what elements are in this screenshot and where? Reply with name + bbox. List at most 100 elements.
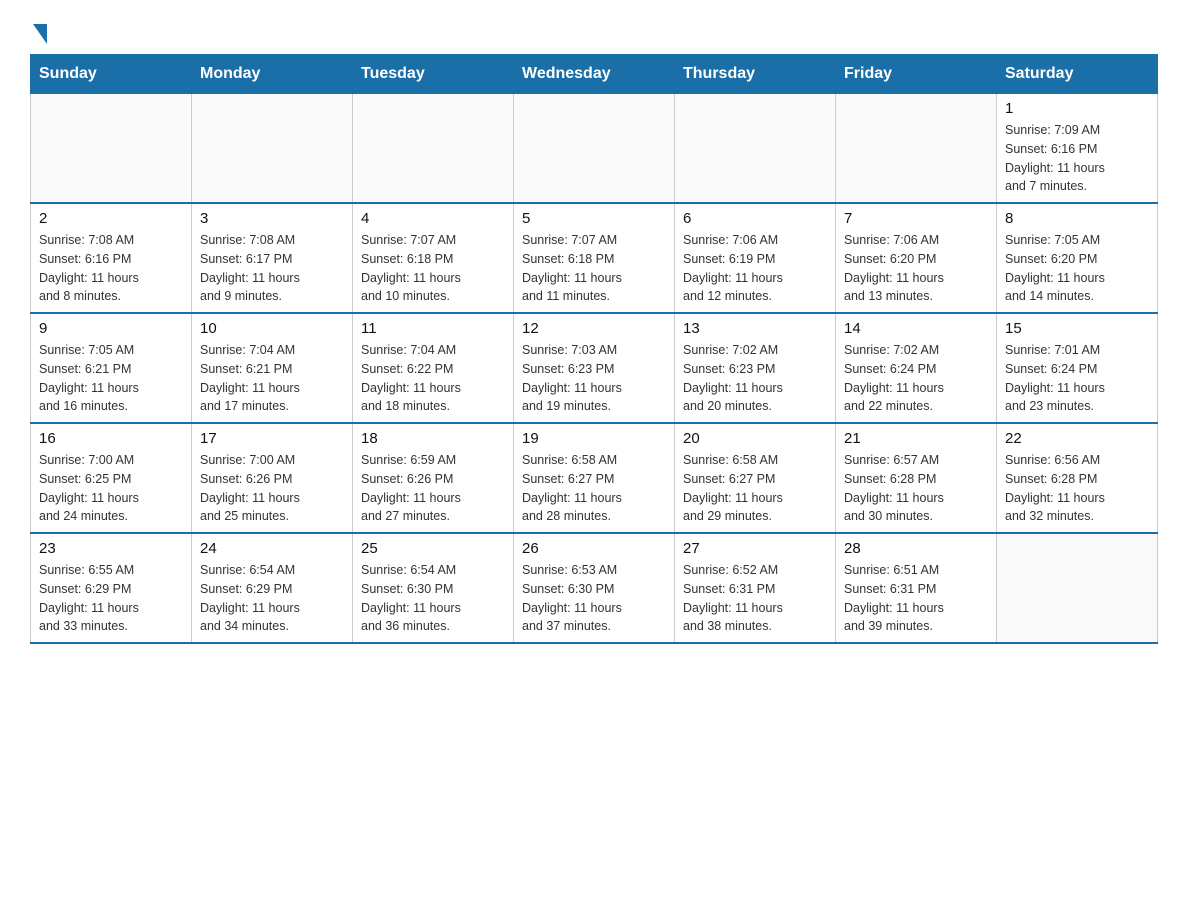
- day-info: Sunrise: 7:02 AM Sunset: 6:23 PM Dayligh…: [683, 341, 827, 416]
- calendar-cell: [192, 94, 353, 204]
- day-number: 25: [361, 540, 505, 557]
- day-info: Sunrise: 7:07 AM Sunset: 6:18 PM Dayligh…: [522, 231, 666, 306]
- calendar-week-row: 9 Sunrise: 7:05 AM Sunset: 6:21 PM Daylig…: [31, 313, 1158, 423]
- day-info: Sunrise: 6:58 AM Sunset: 6:27 PM Dayligh…: [522, 451, 666, 526]
- calendar-cell: 11Sunrise: 7:04 AM Sunset: 6:22 PM Dayli…: [353, 313, 514, 423]
- day-info: Sunrise: 6:51 AM Sunset: 6:31 PM Dayligh…: [844, 561, 988, 636]
- day-of-week-header: Saturday: [997, 55, 1158, 94]
- calendar-cell: 14 Sunrise: 7:02 AM Sunset: 6:24 PM Dayli…: [836, 313, 997, 423]
- day-number: 10: [200, 320, 344, 337]
- day-info: Sunrise: 7:03 AM Sunset: 6:23 PM Dayligh…: [522, 341, 666, 416]
- day-of-week-header: Thursday: [675, 55, 836, 94]
- day-info: Sunrise: 7:08 AM Sunset: 6:17 PM Dayligh…: [200, 231, 344, 306]
- calendar-cell: 18 Sunrise: 6:59 AM Sunset: 6:26 PM Dayli…: [353, 423, 514, 533]
- day-number: 23: [39, 540, 183, 557]
- day-info: Sunrise: 7:00 AM Sunset: 6:26 PM Dayligh…: [200, 451, 344, 526]
- calendar-cell: 10 Sunrise: 7:04 AM Sunset: 6:21 PM Dayli…: [192, 313, 353, 423]
- calendar-cell: 8Sunrise: 7:05 AM Sunset: 6:20 PM Daylig…: [997, 203, 1158, 313]
- day-info: Sunrise: 7:07 AM Sunset: 6:18 PM Dayligh…: [361, 231, 505, 306]
- day-of-week-header: Tuesday: [353, 55, 514, 94]
- day-info: Sunrise: 6:53 AM Sunset: 6:30 PM Dayligh…: [522, 561, 666, 636]
- calendar-cell: 23 Sunrise: 6:55 AM Sunset: 6:29 PM Dayli…: [31, 533, 192, 643]
- calendar-cell: 2 Sunrise: 7:08 AM Sunset: 6:16 PM Daylig…: [31, 203, 192, 313]
- day-number: 19: [522, 430, 666, 447]
- day-of-week-header: Wednesday: [514, 55, 675, 94]
- day-number: 13: [683, 320, 827, 337]
- calendar-cell: 28 Sunrise: 6:51 AM Sunset: 6:31 PM Dayli…: [836, 533, 997, 643]
- calendar-cell: [353, 94, 514, 204]
- day-number: 15: [1005, 320, 1149, 337]
- calendar-cell: 19 Sunrise: 6:58 AM Sunset: 6:27 PM Dayli…: [514, 423, 675, 533]
- calendar-cell: 12 Sunrise: 7:03 AM Sunset: 6:23 PM Dayli…: [514, 313, 675, 423]
- calendar-cell: 27 Sunrise: 6:52 AM Sunset: 6:31 PM Dayli…: [675, 533, 836, 643]
- calendar-cell: [514, 94, 675, 204]
- day-number: 4: [361, 210, 505, 227]
- day-number: 12: [522, 320, 666, 337]
- calendar-week-row: 1 Sunrise: 7:09 AM Sunset: 6:16 PM Daylig…: [31, 94, 1158, 204]
- day-number: 28: [844, 540, 988, 557]
- day-info: Sunrise: 7:09 AM Sunset: 6:16 PM Dayligh…: [1005, 121, 1149, 196]
- calendar-cell: 5 Sunrise: 7:07 AM Sunset: 6:18 PM Daylig…: [514, 203, 675, 313]
- day-of-week-header: Friday: [836, 55, 997, 94]
- day-info: Sunrise: 6:57 AM Sunset: 6:28 PM Dayligh…: [844, 451, 988, 526]
- day-number: 18: [361, 430, 505, 447]
- calendar-week-row: 23 Sunrise: 6:55 AM Sunset: 6:29 PM Dayli…: [31, 533, 1158, 643]
- calendar-cell: 25 Sunrise: 6:54 AM Sunset: 6:30 PM Dayli…: [353, 533, 514, 643]
- calendar-cell: 9 Sunrise: 7:05 AM Sunset: 6:21 PM Daylig…: [31, 313, 192, 423]
- day-number: 16: [39, 430, 183, 447]
- calendar-cell: 26 Sunrise: 6:53 AM Sunset: 6:30 PM Dayli…: [514, 533, 675, 643]
- calendar-cell: [675, 94, 836, 204]
- calendar-cell: [997, 533, 1158, 643]
- calendar-week-row: 2 Sunrise: 7:08 AM Sunset: 6:16 PM Daylig…: [31, 203, 1158, 313]
- day-of-week-header: Monday: [192, 55, 353, 94]
- calendar-header: SundayMondayTuesdayWednesdayThursdayFrid…: [31, 55, 1158, 94]
- calendar-cell: 20 Sunrise: 6:58 AM Sunset: 6:27 PM Dayli…: [675, 423, 836, 533]
- day-number: 26: [522, 540, 666, 557]
- day-info: Sunrise: 7:06 AM Sunset: 6:19 PM Dayligh…: [683, 231, 827, 306]
- day-number: 1: [1005, 100, 1149, 117]
- logo: [30, 20, 47, 44]
- day-info: Sunrise: 6:55 AM Sunset: 6:29 PM Dayligh…: [39, 561, 183, 636]
- calendar-body: 1 Sunrise: 7:09 AM Sunset: 6:16 PM Daylig…: [31, 94, 1158, 644]
- day-info: Sunrise: 6:54 AM Sunset: 6:29 PM Dayligh…: [200, 561, 344, 636]
- calendar-cell: 24 Sunrise: 6:54 AM Sunset: 6:29 PM Dayli…: [192, 533, 353, 643]
- day-info: Sunrise: 7:05 AM Sunset: 6:21 PM Dayligh…: [39, 341, 183, 416]
- day-info: Sunrise: 7:01 AM Sunset: 6:24 PM Dayligh…: [1005, 341, 1149, 416]
- day-info: Sunrise: 7:06 AM Sunset: 6:20 PM Dayligh…: [844, 231, 988, 306]
- day-number: 27: [683, 540, 827, 557]
- day-number: 21: [844, 430, 988, 447]
- calendar-cell: 16Sunrise: 7:00 AM Sunset: 6:25 PM Dayli…: [31, 423, 192, 533]
- day-of-week-header: Sunday: [31, 55, 192, 94]
- days-of-week-row: SundayMondayTuesdayWednesdayThursdayFrid…: [31, 55, 1158, 94]
- calendar-cell: 3 Sunrise: 7:08 AM Sunset: 6:17 PM Daylig…: [192, 203, 353, 313]
- day-number: 7: [844, 210, 988, 227]
- calendar-cell: 13 Sunrise: 7:02 AM Sunset: 6:23 PM Dayli…: [675, 313, 836, 423]
- page-header: [30, 20, 1158, 44]
- day-number: 3: [200, 210, 344, 227]
- day-info: Sunrise: 7:04 AM Sunset: 6:22 PM Dayligh…: [361, 341, 505, 416]
- day-info: Sunrise: 7:04 AM Sunset: 6:21 PM Dayligh…: [200, 341, 344, 416]
- day-number: 9: [39, 320, 183, 337]
- day-number: 5: [522, 210, 666, 227]
- day-number: 14: [844, 320, 988, 337]
- day-info: Sunrise: 7:08 AM Sunset: 6:16 PM Dayligh…: [39, 231, 183, 306]
- day-info: Sunrise: 6:54 AM Sunset: 6:30 PM Dayligh…: [361, 561, 505, 636]
- calendar-cell: 4 Sunrise: 7:07 AM Sunset: 6:18 PM Daylig…: [353, 203, 514, 313]
- calendar-cell: 17 Sunrise: 7:00 AM Sunset: 6:26 PM Dayli…: [192, 423, 353, 533]
- day-info: Sunrise: 6:58 AM Sunset: 6:27 PM Dayligh…: [683, 451, 827, 526]
- calendar-table: SundayMondayTuesdayWednesdayThursdayFrid…: [30, 54, 1158, 644]
- day-info: Sunrise: 6:52 AM Sunset: 6:31 PM Dayligh…: [683, 561, 827, 636]
- day-info: Sunrise: 6:59 AM Sunset: 6:26 PM Dayligh…: [361, 451, 505, 526]
- day-number: 22: [1005, 430, 1149, 447]
- day-number: 20: [683, 430, 827, 447]
- calendar-cell: 6Sunrise: 7:06 AM Sunset: 6:19 PM Daylig…: [675, 203, 836, 313]
- day-info: Sunrise: 7:02 AM Sunset: 6:24 PM Dayligh…: [844, 341, 988, 416]
- day-number: 17: [200, 430, 344, 447]
- day-number: 24: [200, 540, 344, 557]
- calendar-cell: [836, 94, 997, 204]
- day-number: 2: [39, 210, 183, 227]
- calendar-cell: 21 Sunrise: 6:57 AM Sunset: 6:28 PM Dayli…: [836, 423, 997, 533]
- calendar-cell: 7 Sunrise: 7:06 AM Sunset: 6:20 PM Daylig…: [836, 203, 997, 313]
- day-info: Sunrise: 7:05 AM Sunset: 6:20 PM Dayligh…: [1005, 231, 1149, 306]
- calendar-cell: 15 Sunrise: 7:01 AM Sunset: 6:24 PM Dayli…: [997, 313, 1158, 423]
